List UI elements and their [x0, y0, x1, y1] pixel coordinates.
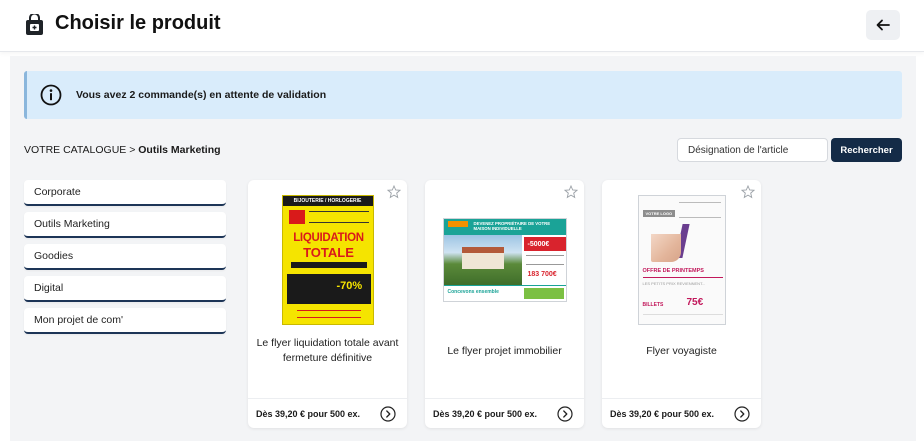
flyer-date-bar: [290, 262, 367, 268]
flyer-immobilier-image: DEVENEZ PROPRIÉTAIRE DE VOTRE MAISON IND…: [442, 218, 567, 302]
search-button[interactable]: Rechercher: [831, 138, 902, 162]
flyer-contact-lines: [678, 202, 721, 218]
top-bar: Choisir le produit: [0, 0, 924, 52]
product-thumbnail[interactable]: BIJOUTERIE / HORLOGERIE LIQUIDATION TOTA…: [258, 190, 397, 330]
search-input[interactable]: [677, 138, 828, 162]
product-thumbnail[interactable]: VOTRE LOGO OFFRE DE PRINTEMPS LES PETITS…: [612, 190, 751, 330]
product-card[interactable]: DEVENEZ PROPRIÉTAIRE DE VOTRE MAISON IND…: [425, 180, 584, 428]
flyer-house-shape: [461, 247, 504, 269]
flyer-info-lines: [308, 211, 369, 223]
flyer-subtitle: LES PETITS PRIX REVIENNENT...: [642, 281, 706, 286]
flyer-promo-percent: -70%: [336, 280, 363, 292]
breadcrumb-separator: >: [126, 144, 139, 156]
flyer-logo-box: [288, 210, 305, 224]
flyer-footer-text: Concevons ensemble: [447, 289, 499, 295]
product-footer: Dès 39,20 € pour 500 ex.: [602, 398, 761, 428]
breadcrumb: VOTRE CATALOGUE > Outils Marketing: [24, 144, 221, 156]
product-price: Dès 39,20 € pour 500 ex.: [610, 408, 715, 419]
flyer-bottom-lines: [296, 310, 361, 318]
flyer-logo-badge: VOTRE LOGO: [642, 210, 676, 217]
flyer-liquidation-image: BIJOUTERIE / HORLOGERIE LIQUIDATION TOTA…: [281, 195, 374, 325]
product-thumbnail[interactable]: DEVENEZ PROPRIÉTAIRE DE VOTRE MAISON IND…: [435, 190, 574, 330]
category-sidebar: Corporate Outils Marketing Goodies Digit…: [24, 180, 226, 340]
breadcrumb-current: Outils Marketing: [138, 144, 221, 156]
chevron-right-circle-icon[interactable]: [734, 406, 750, 422]
chevron-right-circle-icon[interactable]: [557, 406, 573, 422]
shopping-bag-icon: [26, 14, 43, 35]
flyer-headline-2: TOTALE: [303, 245, 354, 260]
flyer-legs-photo: [650, 234, 681, 262]
product-price: Dès 39,20 € pour 500 ex.: [433, 408, 538, 419]
product-footer: Dès 39,20 € pour 500 ex.: [425, 398, 584, 428]
main-content: Vous avez 2 commande(s) en attente de va…: [10, 56, 916, 441]
back-button[interactable]: [866, 10, 900, 40]
sidebar-item-corporate[interactable]: Corporate: [24, 180, 226, 206]
product-card[interactable]: BIJOUTERIE / HORLOGERIE LIQUIDATION TOTA…: [248, 180, 407, 428]
sidebar-item-outils-marketing[interactable]: Outils Marketing: [24, 212, 226, 238]
product-name[interactable]: Le flyer liquidation totale avant fermet…: [256, 336, 399, 366]
sidebar-item-goodies[interactable]: Goodies: [24, 244, 226, 270]
flyer-tickets-price: 75€: [686, 297, 704, 308]
flyer-offer-title: OFFRE DE PRINTEMPS: [642, 268, 704, 274]
product-price: Dès 39,20 € pour 500 ex.: [256, 408, 361, 419]
alert-text: Vous avez 2 commande(s) en attente de va…: [76, 89, 327, 101]
flyer-offer-amount: -5000€: [527, 241, 550, 248]
chevron-right-circle-icon[interactable]: [380, 406, 396, 422]
breadcrumb-root[interactable]: VOTRE CATALOGUE: [24, 144, 126, 156]
flyer-divider: [642, 277, 723, 278]
flyer-headline: DEVENEZ PROPRIÉTAIRE DE VOTRE MAISON IND…: [473, 221, 551, 231]
flyer-voyagiste-image: VOTRE LOGO OFFRE DE PRINTEMPS LES PETITS…: [637, 195, 726, 325]
arrow-left-icon: [876, 19, 890, 31]
sidebar-item-mon-projet[interactable]: Mon projet de com': [24, 308, 226, 334]
sidebar-item-digital[interactable]: Digital: [24, 276, 226, 302]
page-title: Choisir le produit: [55, 12, 221, 34]
pending-orders-alert: Vous avez 2 commande(s) en attente de va…: [24, 71, 902, 119]
flyer-info-lines: [525, 255, 564, 265]
flyer-price: 183 700€: [527, 271, 557, 278]
product-card[interactable]: VOTRE LOGO OFFRE DE PRINTEMPS LES PETITS…: [602, 180, 761, 428]
flyer-fine-print: [642, 314, 723, 318]
flyer-logo-badge: [447, 221, 468, 227]
product-name[interactable]: Flyer voyagiste: [610, 344, 753, 359]
product-footer: Dès 39,20 € pour 500 ex.: [248, 398, 407, 428]
flyer-top-banner: BIJOUTERIE / HORLOGERIE: [282, 196, 373, 206]
flyer-headline-1: LIQUIDATION: [293, 232, 364, 244]
info-icon: [40, 84, 62, 106]
product-name[interactable]: Le flyer projet immobilier: [433, 344, 576, 359]
flyer-contact-badge: [523, 288, 564, 299]
flyer-tickets-label: BILLETS: [642, 302, 664, 308]
